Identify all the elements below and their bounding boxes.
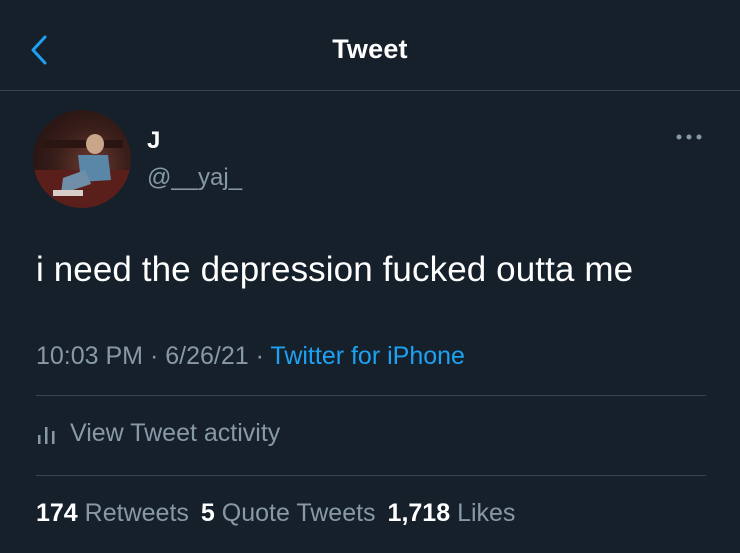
divider: [36, 475, 706, 476]
top-bar: Tweet: [0, 0, 740, 91]
view-activity-button[interactable]: View Tweet activity: [36, 419, 280, 448]
quote-tweets-count: 5: [200, 499, 215, 527]
tweet-stats: 174 Retweets 5 Quote Tweets 1,718 Likes: [36, 499, 515, 528]
retweets-stat[interactable]: 174 Retweets: [36, 499, 189, 527]
meta-separator: ·: [248, 342, 271, 370]
author-name[interactable]: J: [147, 127, 160, 155]
likes-stat[interactable]: 1,718 Likes: [388, 499, 516, 527]
tweet-meta: 10:03 PM · 6/26/21 · Twitter for iPhone: [36, 342, 465, 371]
retweets-label: Retweets: [84, 499, 189, 527]
avatar-image: [33, 134, 131, 208]
tweet-text: i need the depression fucked outta me: [36, 250, 634, 289]
quote-tweets-stat[interactable]: 5 Quote Tweets: [201, 499, 376, 527]
tweet-time: 10:03 PM: [36, 342, 144, 370]
bar-chart-icon: [38, 426, 55, 444]
retweets-count: 174: [36, 499, 78, 527]
likes-label: Likes: [457, 499, 516, 527]
avatar[interactable]: [33, 110, 131, 208]
view-activity-label: View Tweet activity: [70, 419, 281, 447]
meta-separator: ·: [143, 342, 166, 370]
author-handle[interactable]: @__yaj_: [147, 164, 242, 192]
tweet-source-link[interactable]: Twitter for iPhone: [270, 342, 465, 370]
quote-tweets-label: Quote Tweets: [221, 499, 376, 527]
page-title: Tweet: [332, 34, 408, 64]
likes-count: 1,718: [387, 499, 451, 527]
tweet-date: 6/26/21: [165, 342, 249, 370]
divider: [36, 395, 706, 396]
more-dots-icon: [676, 134, 702, 140]
more-options-button[interactable]: [672, 127, 706, 147]
